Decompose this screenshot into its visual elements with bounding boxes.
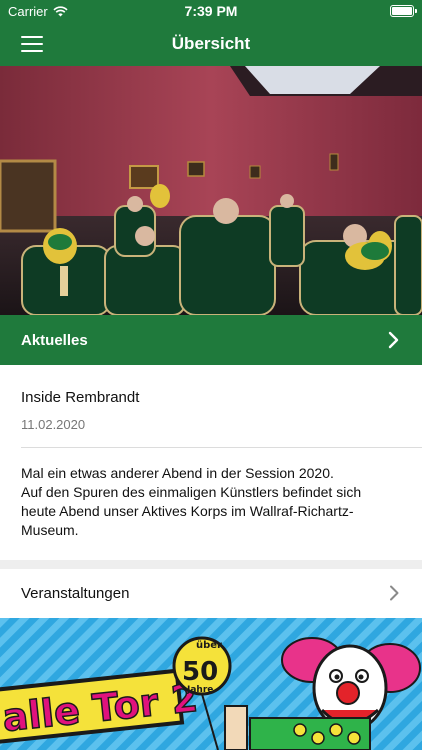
divider — [21, 447, 422, 448]
news-body-line: Mal ein etwas anderer Abend in der Sessi… — [21, 465, 334, 481]
badge-top-text: über — [196, 640, 222, 651]
news-section-header[interactable]: Aktuelles — [0, 315, 422, 365]
news-body-line: Museum. — [21, 522, 79, 538]
chevron-right-icon — [390, 585, 399, 601]
event-banner-image[interactable]: alle Tor 2 über 50 Jahre — [0, 618, 422, 750]
news-section-label: Aktuelles — [21, 331, 88, 349]
news-body-line: heute Abend unser Aktives Korps im Wallr… — [21, 503, 354, 519]
status-bar: Carrier 7:39 PM — [0, 0, 422, 22]
news-body-line: Auf den Spuren des einmaligen Künstlers … — [21, 484, 362, 500]
badge-bottom-text: Jahre — [186, 685, 213, 695]
section-separator — [0, 560, 422, 569]
news-body: Mal ein etwas anderer Abend in der Sessi… — [21, 464, 404, 540]
badge-number: 50 — [182, 657, 218, 687]
events-section-header[interactable]: Veranstaltungen — [0, 569, 422, 618]
clock: 7:39 PM — [184, 3, 238, 19]
news-date: 11.02.2020 — [21, 417, 86, 432]
events-section-label: Veranstaltungen — [21, 585, 130, 602]
news-hero-photo[interactable] — [0, 66, 422, 315]
battery-icon — [390, 5, 417, 17]
chevron-right-icon — [388, 331, 399, 349]
page-title: Übersicht — [171, 34, 251, 53]
news-title[interactable]: Inside Rembrandt — [21, 389, 139, 406]
navigation-bar: Übersicht — [0, 22, 422, 66]
